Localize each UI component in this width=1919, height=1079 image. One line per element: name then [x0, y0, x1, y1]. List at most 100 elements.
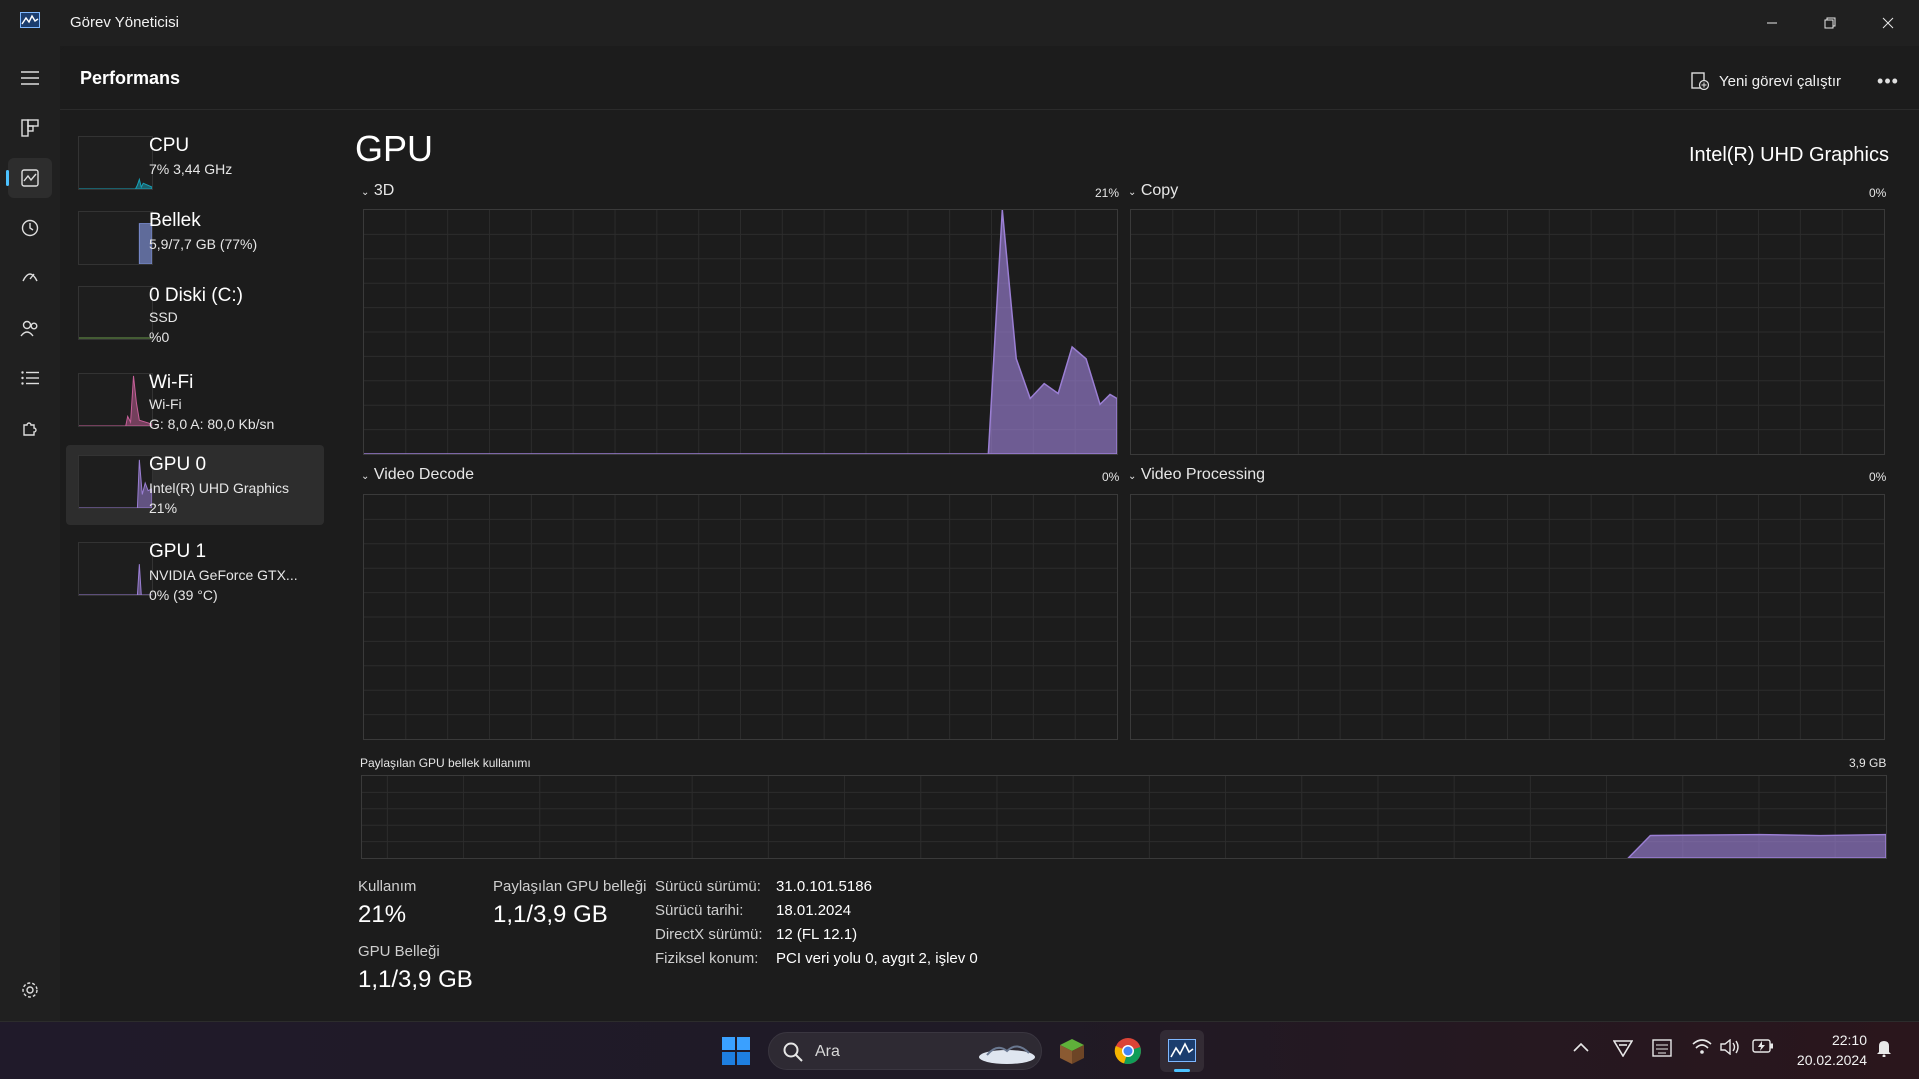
- new-task-icon: [1691, 72, 1709, 90]
- physical-location-value: PCI veri yolu 0, aygıt 2, işlev 0: [776, 950, 978, 967]
- cpu-mini-graph: [78, 136, 153, 190]
- engine-video-processing-graph: [1130, 494, 1885, 740]
- device-item-wifi[interactable]: Wi-Fi Wi-Fi G: 8,0 A: 80,0 Kb/sn: [66, 363, 324, 443]
- engine-video-decode-selector[interactable]: ⌄ Video Decode: [361, 466, 474, 484]
- show-hidden-icons-button[interactable]: [1573, 1039, 1589, 1056]
- graph-grid: [1131, 495, 1884, 739]
- minecraft-block-icon: [1060, 1039, 1084, 1064]
- device-detail: Intel(R) UHD Graphics: [149, 480, 290, 496]
- engine-video-processing-selector[interactable]: ⌄ Video Processing: [1128, 466, 1265, 484]
- directx-version-label: DirectX sürümü:: [655, 926, 763, 943]
- clock-time: 22:10: [1831, 1032, 1867, 1048]
- nav-users[interactable]: [8, 308, 52, 348]
- device-detail: NVIDIA GeForce GTX...: [149, 567, 298, 583]
- gpu-memory-value: 1,1/3,9 GB: [358, 966, 473, 993]
- shared-memory-graph-label: Paylaşılan GPU bellek kullanımı: [360, 756, 531, 770]
- device-item-memory[interactable]: Bellek 5,9/7,7 GB (77%): [66, 201, 324, 281]
- device-item-gpu1[interactable]: GPU 1 NVIDIA GeForce GTX... 0% (39 °C): [66, 532, 324, 612]
- battery-charging-icon: [1752, 1039, 1773, 1053]
- wifi-mini-graph: [78, 373, 153, 427]
- device-detail: 5,9/7,7 GB (77%): [149, 236, 258, 252]
- tray-vpn[interactable]: [1612, 1039, 1634, 1061]
- bell-icon: [1877, 1041, 1891, 1058]
- device-item-cpu[interactable]: CPU 7% 3,44 GHz: [66, 126, 324, 206]
- gear-icon: [22, 982, 38, 998]
- device-name: CPU: [149, 135, 190, 156]
- more-options-button[interactable]: •••: [1871, 64, 1905, 98]
- device-detail-2: 21%: [149, 500, 178, 516]
- chevron-up-icon: [1573, 1042, 1589, 1052]
- gpu-model-name: Intel(R) UHD Graphics: [1688, 144, 1889, 166]
- shared-memory-usage-area: [1627, 833, 1886, 858]
- clock-date: 20.02.2024: [1796, 1052, 1867, 1068]
- hamburger-menu-button[interactable]: [8, 58, 52, 98]
- nav-app-history[interactable]: [8, 208, 52, 248]
- chevron-down-icon: ⌄: [361, 187, 370, 198]
- device-name: Wi-Fi: [149, 372, 194, 393]
- start-button[interactable]: [714, 1030, 758, 1072]
- tray-keyboard[interactable]: [1652, 1039, 1672, 1061]
- nav-details[interactable]: [8, 358, 52, 398]
- taskbar-app-task-manager[interactable]: [1160, 1030, 1204, 1072]
- run-new-task-label: Yeni görevi çalıştır: [1718, 72, 1841, 90]
- graph-grid: [1131, 210, 1884, 454]
- shared-memory-graph-max: 3,9 GB: [1849, 756, 1887, 770]
- taskbar-app-chrome[interactable]: [1106, 1030, 1150, 1072]
- close-icon: [1882, 17, 1894, 29]
- nav-services[interactable]: [8, 408, 52, 448]
- driver-date-label: Sürücü tarihi:: [655, 902, 744, 919]
- restore-button[interactable]: [1801, 0, 1859, 46]
- tray-wifi[interactable]: [1692, 1039, 1712, 1059]
- taskbar-search-box[interactable]: Ara: [768, 1032, 1042, 1070]
- engine-percent: 0%: [1102, 470, 1120, 484]
- more-icon: •••: [1877, 70, 1899, 91]
- usage-value: 21%: [358, 901, 407, 928]
- device-name: GPU 0: [149, 454, 207, 475]
- engine-3d-selector[interactable]: ⌄ 3D: [361, 182, 394, 200]
- device-detail: SSD: [149, 309, 178, 325]
- windows-logo-icon: [722, 1037, 750, 1065]
- device-item-disk[interactable]: 0 Diski (C:) SSD %0: [66, 276, 324, 356]
- title-bar: Görev Yöneticisi: [0, 0, 1919, 46]
- hamburger-icon: [21, 71, 39, 85]
- disk-mini-graph: [78, 286, 153, 340]
- minimize-icon: [1767, 22, 1777, 24]
- nav-performance[interactable]: [6, 158, 52, 198]
- keyboard-icon: [1652, 1039, 1672, 1057]
- processes-icon: [21, 119, 39, 137]
- device-detail-2: 0% (39 °C): [149, 587, 218, 603]
- nav-settings[interactable]: [8, 970, 52, 1010]
- nav-startup-apps[interactable]: [8, 258, 52, 298]
- speaker-icon: [1720, 1038, 1739, 1056]
- search-icon: [783, 1042, 803, 1062]
- device-item-gpu0[interactable]: GPU 0 Intel(R) UHD Graphics 21%: [66, 445, 324, 525]
- taskbar-app-minecraft[interactable]: [1050, 1030, 1094, 1072]
- tray-volume[interactable]: [1720, 1038, 1740, 1059]
- memory-mini-graph: [78, 211, 153, 265]
- shared-memory-value: 1,1/3,9 GB: [493, 901, 608, 928]
- task-manager-icon: [1168, 1039, 1196, 1062]
- tray-battery[interactable]: [1752, 1039, 1774, 1057]
- engine-label: Video Processing: [1140, 466, 1266, 483]
- minimize-button[interactable]: [1743, 0, 1801, 46]
- users-icon: [20, 320, 38, 337]
- vpn-shield-icon: [1612, 1040, 1634, 1058]
- taskbar-clock[interactable]: 22:10 20.02.2024: [1797, 1030, 1867, 1070]
- notifications-button[interactable]: [1876, 1039, 1892, 1061]
- header-divider: [60, 109, 1919, 110]
- usage-label: Kullanım: [358, 878, 417, 895]
- run-new-task-button[interactable]: Yeni görevi çalıştır: [1691, 66, 1841, 96]
- engine-percent: 21%: [1095, 186, 1120, 200]
- engine-label: 3D: [373, 182, 395, 199]
- startup-icon: [22, 273, 38, 282]
- engine-copy-selector[interactable]: ⌄ Copy: [1128, 182, 1178, 200]
- wifi-icon: [1692, 1039, 1712, 1054]
- device-name: 0 Diski (C:): [149, 285, 243, 306]
- device-name: Bellek: [149, 210, 201, 231]
- device-name: GPU 1: [149, 541, 207, 562]
- physical-location-label: Fiziksel konum:: [655, 950, 759, 967]
- nav-processes[interactable]: [8, 108, 52, 148]
- gpu0-mini-graph: [78, 455, 153, 509]
- close-button[interactable]: [1859, 0, 1917, 46]
- navigation-rail: [0, 46, 60, 1021]
